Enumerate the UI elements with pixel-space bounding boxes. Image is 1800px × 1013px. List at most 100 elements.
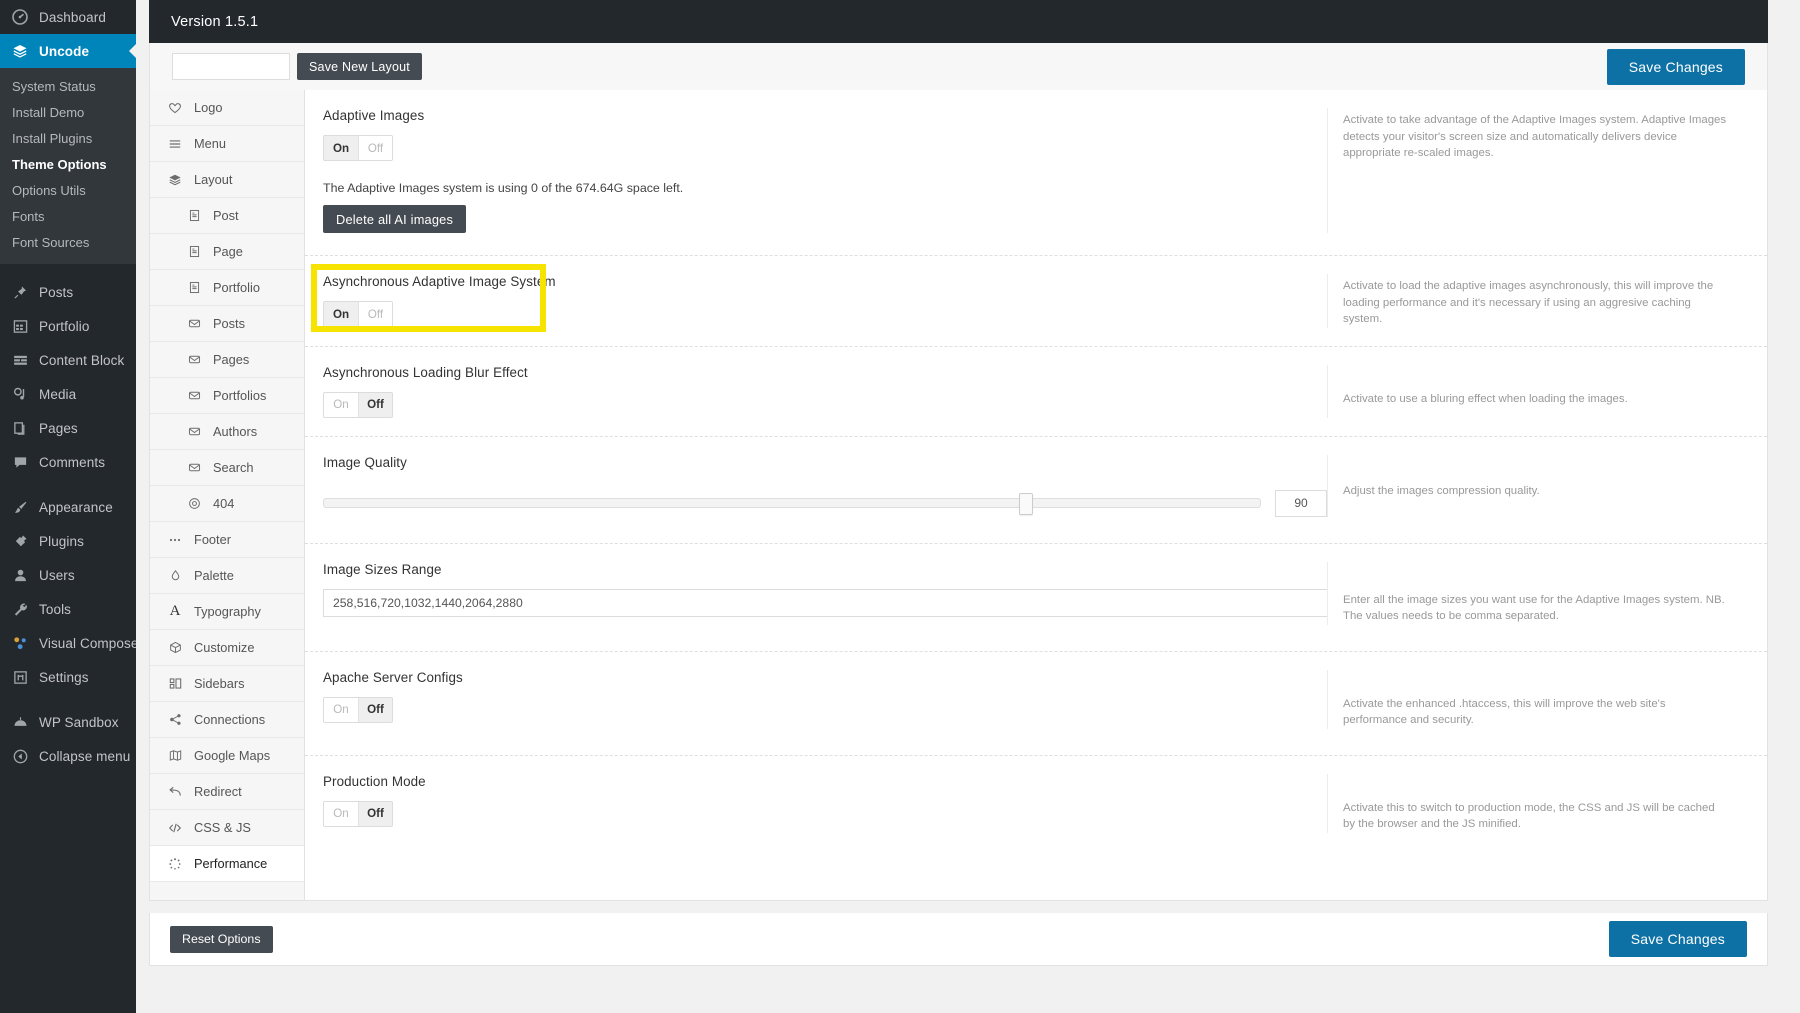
sidebar-item-pages[interactable]: Pages xyxy=(0,411,136,445)
toggle-option-on[interactable]: On xyxy=(324,302,358,326)
sidebar-item-portfolio[interactable]: Portfolio xyxy=(0,309,136,343)
tab-customize[interactable]: Customize xyxy=(150,630,304,666)
toggle-option-on[interactable]: On xyxy=(324,136,358,160)
tab-label: Portfolios xyxy=(213,388,267,403)
droplet-icon xyxy=(167,568,183,584)
toggle-option-off[interactable]: Off xyxy=(358,801,392,826)
tab-label: Sidebars xyxy=(194,676,245,691)
envelope-icon xyxy=(186,460,202,476)
tab-404[interactable]: 404 xyxy=(150,486,304,522)
sidebar-item-content-block[interactable]: Content Block xyxy=(0,343,136,377)
sidebar-item-uncode[interactable]: Uncode xyxy=(0,34,136,68)
image-quality-slider[interactable] xyxy=(323,493,1262,516)
submenu-item-fonts[interactable]: Fonts xyxy=(0,204,136,230)
submenu-item-install-plugins[interactable]: Install Plugins xyxy=(0,126,136,152)
wrench-icon xyxy=(10,599,30,619)
apache-configs-toggle[interactable]: On Off xyxy=(323,696,393,723)
image-quality-value[interactable]: 90 xyxy=(1275,489,1327,517)
tab-portfolio[interactable]: Portfolio xyxy=(150,270,304,306)
save-new-layout-button[interactable]: Save New Layout xyxy=(297,53,422,80)
tab-pages[interactable]: Pages xyxy=(150,342,304,378)
page-bottom-spacer xyxy=(149,966,1768,980)
reset-options-button[interactable]: Reset Options xyxy=(170,925,273,953)
sidebar-item-media[interactable]: Media xyxy=(0,377,136,411)
field-description: Activate this to switch to production mo… xyxy=(1327,773,1747,833)
sidebar-item-tools[interactable]: Tools xyxy=(0,592,136,626)
tab-label: Authors xyxy=(213,424,258,439)
comment-icon xyxy=(10,452,30,472)
async-adaptive-toggle[interactable]: On Off xyxy=(323,301,393,327)
tab-palette[interactable]: Palette xyxy=(150,558,304,594)
tab-label: Page xyxy=(213,244,243,259)
tab-sidebars[interactable]: Sidebars xyxy=(150,666,304,702)
spinner-icon xyxy=(167,856,183,872)
toggle-option-off[interactable]: Off xyxy=(358,392,392,417)
toggle-option-off[interactable]: Off xyxy=(358,302,392,326)
tab-redirect[interactable]: Redirect xyxy=(150,774,304,810)
sidebar-item-visual-composer[interactable]: Visual Composer xyxy=(0,626,136,660)
submenu-item-system-status[interactable]: System Status xyxy=(0,74,136,100)
envelope-icon xyxy=(186,316,202,332)
sidebar-item-plugins[interactable]: Plugins xyxy=(0,524,136,558)
field-label: Adaptive Images xyxy=(323,108,425,123)
field-body: Production Mode On Off xyxy=(305,774,1327,833)
toggle-option-off[interactable]: Off xyxy=(358,136,392,160)
tab-search[interactable]: Search xyxy=(150,450,304,486)
submenu-item-theme-options[interactable]: Theme Options xyxy=(0,152,136,178)
field-async-loading-blur-effect: Asynchronous Loading Blur Effect On Off … xyxy=(305,347,1767,437)
tab-performance[interactable]: Performance xyxy=(150,846,304,882)
save-changes-button-top[interactable]: Save Changes xyxy=(1606,49,1745,85)
toggle-option-on[interactable]: On xyxy=(324,697,358,722)
tab-posts[interactable]: Posts xyxy=(150,306,304,342)
tab-css-js[interactable]: CSS & JS xyxy=(150,810,304,846)
submenu-item-options-utils[interactable]: Options Utils xyxy=(0,178,136,204)
image-sizes-range-input[interactable] xyxy=(323,588,1328,617)
sidebar-item-label: Posts xyxy=(39,284,74,300)
version-bar: Version 1.5.1 xyxy=(149,0,1768,43)
save-changes-button-bottom[interactable]: Save Changes xyxy=(1608,921,1747,957)
sidebar-item-dashboard[interactable]: Dashboard xyxy=(0,0,136,34)
layout-name-input[interactable] xyxy=(172,53,290,80)
tab-post[interactable]: Post xyxy=(150,198,304,234)
sidebar-item-wp-sandbox[interactable]: WP Sandbox xyxy=(0,705,136,739)
tab-logo[interactable]: Logo xyxy=(150,90,304,126)
tab-typography[interactable]: A Typography xyxy=(150,594,304,630)
sidebar-item-comments[interactable]: Comments xyxy=(0,445,136,479)
toggle-option-off[interactable]: Off xyxy=(358,697,392,722)
sidebar-item-users[interactable]: Users xyxy=(0,558,136,592)
tab-label: Menu xyxy=(194,136,227,151)
pages-icon xyxy=(10,418,30,438)
field-label: Asynchronous Loading Blur Effect xyxy=(323,364,528,380)
submenu-item-install-demo[interactable]: Install Demo xyxy=(0,100,136,126)
sidebar-item-posts[interactable]: Posts xyxy=(0,275,136,309)
tab-authors[interactable]: Authors xyxy=(150,414,304,450)
delete-all-ai-images-button[interactable]: Delete all AI images xyxy=(323,205,467,233)
slider-handle[interactable] xyxy=(1019,493,1034,516)
field-description: Activate the enhanced .htaccess, this wi… xyxy=(1327,669,1747,729)
layers-icon xyxy=(167,172,183,188)
sidebar-item-appearance[interactable]: Appearance xyxy=(0,490,136,524)
tab-connections[interactable]: Connections xyxy=(150,702,304,738)
toggle-option-on[interactable]: On xyxy=(324,392,358,417)
submenu-item-font-sources[interactable]: Font Sources xyxy=(0,230,136,256)
tab-menu[interactable]: Menu xyxy=(150,126,304,162)
tab-layout[interactable]: Layout xyxy=(150,162,304,198)
tab-google-maps[interactable]: Google Maps xyxy=(150,738,304,774)
toggle-option-on[interactable]: On xyxy=(324,801,358,826)
blur-effect-toggle[interactable]: On Off xyxy=(323,391,393,418)
settings-icon xyxy=(10,667,30,687)
envelope-icon xyxy=(186,388,202,404)
tab-label: Pages xyxy=(213,352,250,367)
tab-portfolios[interactable]: Portfolios xyxy=(150,378,304,414)
field-production-mode: Production Mode On Off Activate this to … xyxy=(305,756,1767,859)
field-body: Asynchronous Loading Blur Effect On Off xyxy=(305,365,1327,418)
adaptive-images-toggle[interactable]: On Off xyxy=(323,135,393,161)
field-body: Adaptive Images On Off The Adaptive Imag… xyxy=(305,108,1327,233)
sidebar-item-label: Plugins xyxy=(39,533,84,549)
tab-page[interactable]: Page xyxy=(150,234,304,270)
production-mode-toggle[interactable]: On Off xyxy=(323,800,393,827)
tab-footer[interactable]: Footer xyxy=(150,522,304,558)
sidebar-item-collapse-menu[interactable]: Collapse menu xyxy=(0,739,136,773)
sidebar-item-settings[interactable]: Settings xyxy=(0,660,136,694)
sidebar-item-label: Portfolio xyxy=(39,318,90,334)
